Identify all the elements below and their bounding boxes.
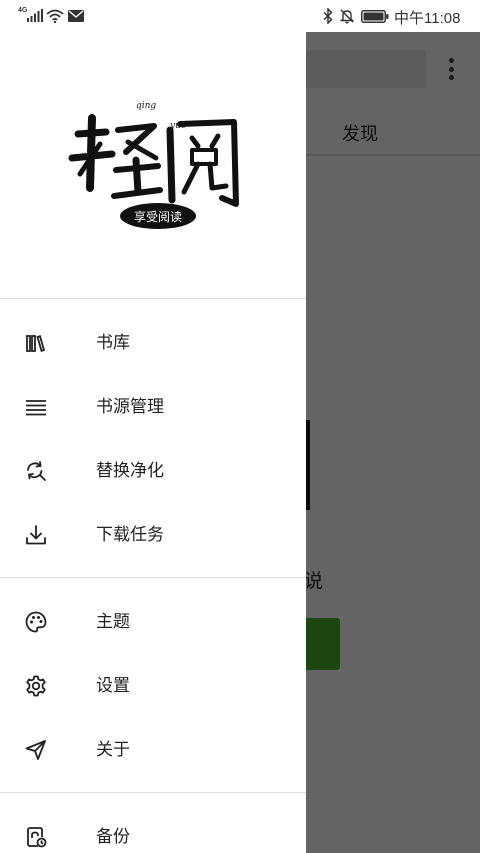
menu-item-about[interactable]: 关于 — [0, 718, 306, 782]
mute-icon — [339, 9, 355, 24]
status-bar: 4G 中午11:08 — [0, 0, 480, 32]
settings-icon — [26, 675, 46, 697]
drawer-divider — [0, 298, 306, 299]
network-type: 4G — [18, 7, 28, 14]
list-icon — [26, 400, 46, 416]
send-icon — [25, 740, 46, 760]
wifi-icon — [46, 9, 64, 23]
navigation-drawer: qing yue 享受阅读 书库 书源管理 替换净化 下载任务 主题 设置 关于… — [0, 32, 306, 853]
menu-item-label: 备份 — [96, 827, 130, 846]
bluetooth-icon — [323, 8, 333, 24]
menu-item-backup[interactable]: 备份 — [0, 805, 306, 853]
download-icon — [26, 525, 46, 545]
replace-search-icon — [27, 461, 46, 481]
mail-icon — [68, 10, 84, 22]
menu-item-label: 主题 — [96, 612, 130, 631]
menu-item-label: 设置 — [96, 676, 130, 695]
drawer-divider — [0, 577, 306, 578]
menu-item-label: 替换净化 — [96, 461, 164, 480]
menu-item-label: 下载任务 — [96, 525, 164, 544]
menu-item-replace[interactable]: 替换净化 — [0, 439, 306, 503]
menu-item-label: 书库 — [96, 333, 130, 352]
logo-pinyin-yue: yue — [169, 121, 186, 131]
menu-item-book-source[interactable]: 书源管理 — [0, 375, 306, 439]
palette-icon — [25, 611, 47, 633]
drawer-divider — [0, 792, 306, 793]
app-logo: qing yue 享受阅读 — [68, 101, 239, 229]
backup-icon — [27, 827, 47, 848]
menu-item-theme[interactable]: 主题 — [0, 590, 306, 654]
bookshelf-icon — [26, 335, 46, 352]
battery-icon — [361, 10, 389, 23]
menu-item-bookshelf[interactable]: 书库 — [0, 311, 306, 375]
menu-item-downloads[interactable]: 下载任务 — [0, 503, 306, 567]
logo-pinyin-qing: qing — [136, 101, 156, 111]
menu-item-settings[interactable]: 设置 — [0, 654, 306, 718]
signal-icon — [27, 9, 43, 22]
menu-item-label: 书源管理 — [96, 397, 164, 416]
menu-item-label: 关于 — [96, 740, 130, 759]
status-time: 中午11:08 — [394, 10, 461, 27]
logo-stamp: 享受阅读 — [134, 209, 182, 224]
